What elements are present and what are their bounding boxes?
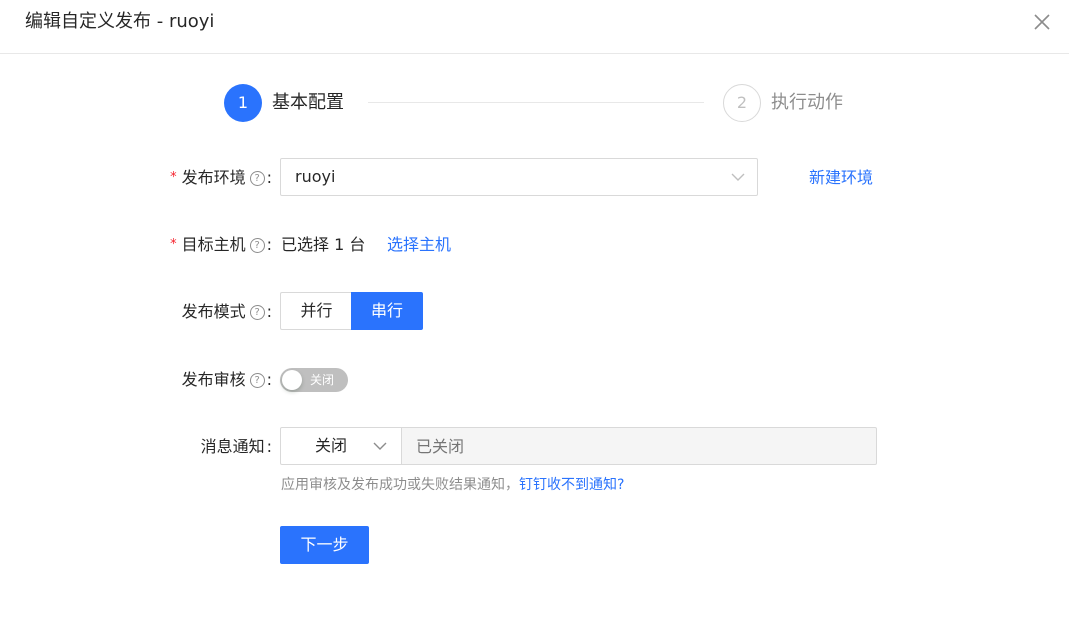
mode-option-parallel[interactable]: 并行 bbox=[280, 292, 352, 330]
question-circle-icon[interactable]: ? bbox=[249, 304, 265, 320]
switch-text: 关闭 bbox=[310, 373, 335, 387]
modal-header: 编辑自定义发布 - ruoyi bbox=[0, 0, 1069, 54]
notify-webhook-input[interactable] bbox=[401, 427, 877, 465]
env-label-text: 发布环境 bbox=[181, 168, 246, 187]
notify-select-value: 关闭 bbox=[315, 436, 348, 455]
review-switch[interactable]: 关闭 bbox=[280, 368, 348, 392]
step-1-title: 基本配置 bbox=[272, 92, 344, 113]
review-label-text: 发布审核 bbox=[181, 370, 246, 389]
label-colon: : bbox=[266, 235, 272, 254]
host-label-text: 目标主机 bbox=[181, 235, 246, 254]
next-step-button[interactable]: 下一步 bbox=[280, 526, 369, 564]
env-label: * 发布环境 ? : bbox=[170, 166, 272, 190]
label-colon: : bbox=[266, 168, 272, 187]
mode-label: 发布模式 ? : bbox=[182, 300, 272, 324]
required-mark: * bbox=[170, 170, 177, 185]
label-colon: : bbox=[266, 302, 272, 321]
step-connector bbox=[368, 102, 704, 103]
host-selected-count: 已选择 1 台 bbox=[281, 235, 366, 254]
chevron-down-icon bbox=[373, 442, 387, 450]
chevron-down-icon bbox=[731, 173, 745, 181]
modal-title: 编辑自定义发布 - ruoyi bbox=[25, 11, 215, 32]
mode-label-text: 发布模式 bbox=[181, 302, 246, 321]
required-mark: * bbox=[170, 237, 177, 252]
label-colon: : bbox=[266, 437, 272, 456]
host-label: * 目标主机 ? : bbox=[170, 233, 272, 257]
notify-label-text: 消息通知 bbox=[200, 437, 265, 456]
step-2-title: 执行动作 bbox=[771, 92, 843, 113]
notify-label: 消息通知 : bbox=[201, 435, 272, 459]
question-circle-icon[interactable]: ? bbox=[249, 237, 265, 253]
question-circle-icon[interactable]: ? bbox=[249, 170, 265, 186]
select-host-link[interactable]: 选择主机 bbox=[387, 233, 451, 257]
review-label: 发布审核 ? : bbox=[182, 368, 272, 392]
notify-help-text: 应用审核及发布成功或失败结果通知，钉钉收不到通知? bbox=[281, 474, 624, 496]
edit-custom-release-modal: 编辑自定义发布 - ruoyi 1 基本配置 2 执行动作 * 发布环境 ? :… bbox=[0, 0, 1069, 617]
close-button[interactable] bbox=[1030, 10, 1054, 34]
step-2-indicator: 2 bbox=[723, 84, 761, 122]
new-env-link[interactable]: 新建环境 bbox=[809, 166, 873, 190]
question-circle-icon[interactable]: ? bbox=[249, 372, 265, 388]
step-1-indicator: 1 bbox=[224, 84, 262, 122]
env-select-value: ruoyi bbox=[295, 167, 336, 186]
switch-knob bbox=[282, 370, 302, 390]
dingtalk-help-link[interactable]: 钉钉收不到通知? bbox=[519, 477, 624, 493]
label-colon: : bbox=[266, 370, 272, 389]
env-select[interactable]: ruoyi bbox=[280, 158, 758, 196]
notify-help-description: 应用审核及发布成功或失败结果通知， bbox=[281, 477, 519, 493]
close-icon bbox=[1034, 14, 1050, 30]
notify-type-select[interactable]: 关闭 bbox=[280, 427, 402, 465]
mode-option-serial[interactable]: 串行 bbox=[351, 292, 423, 330]
